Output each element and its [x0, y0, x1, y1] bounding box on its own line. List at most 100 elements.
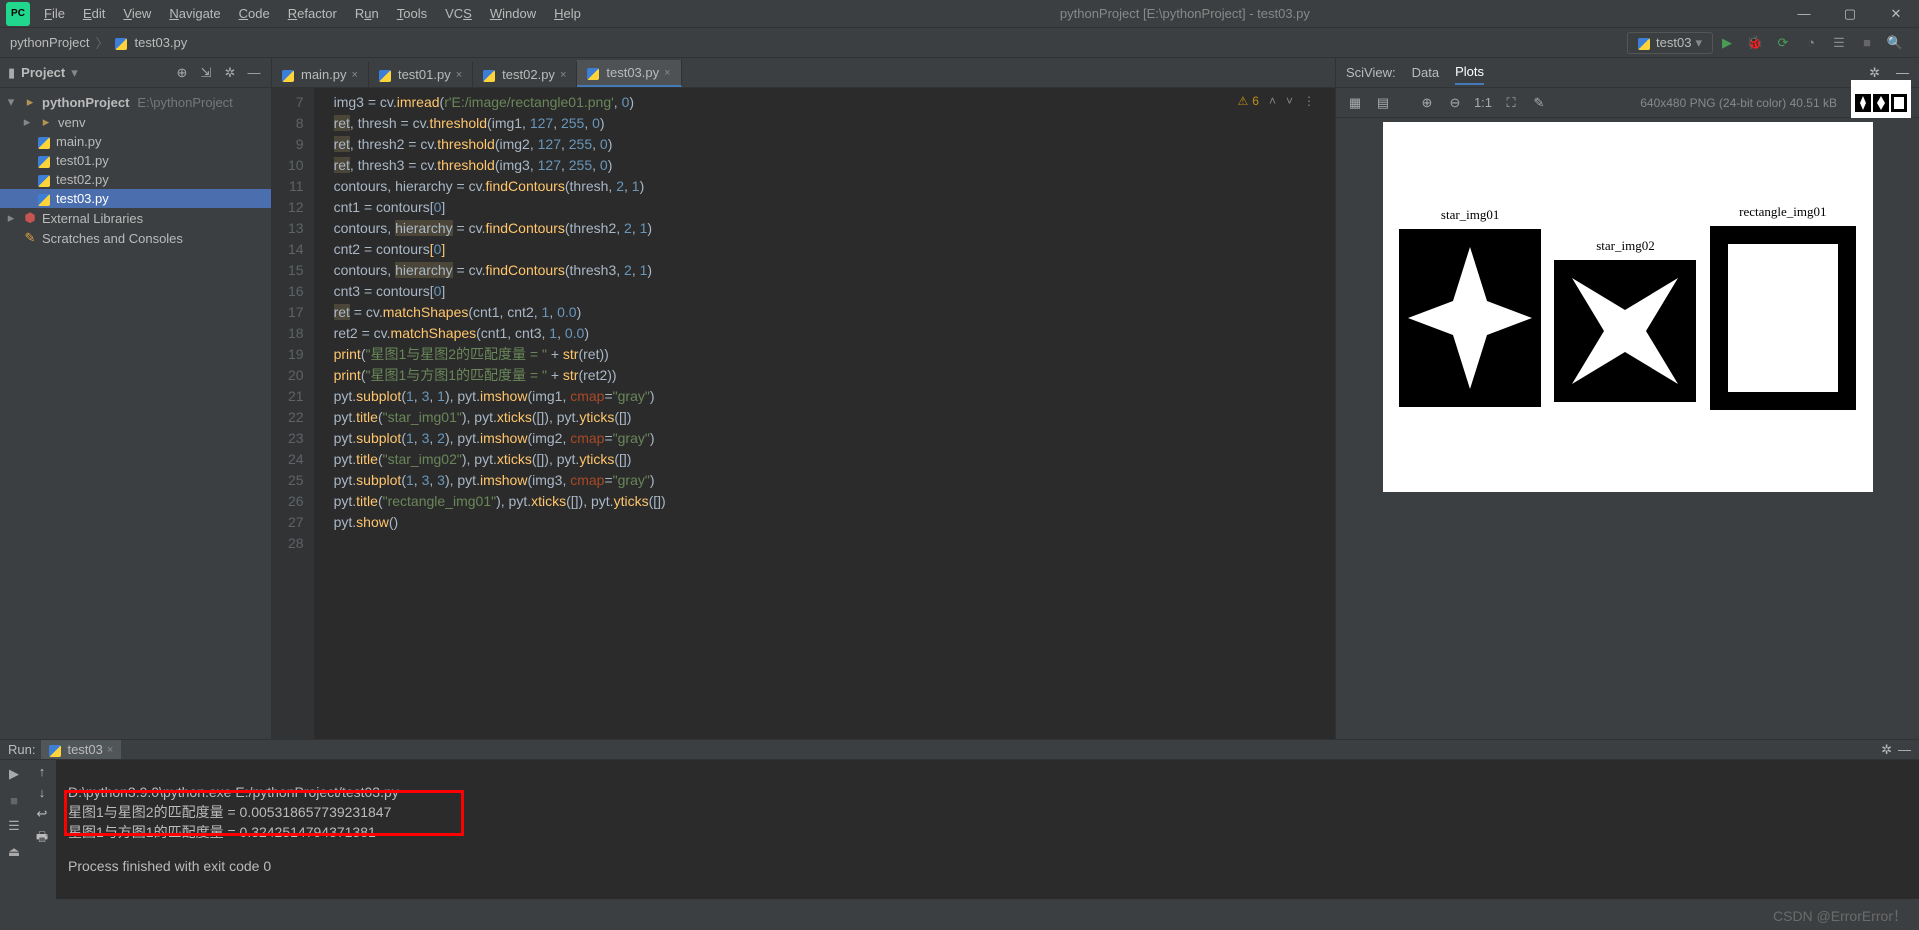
menu-view[interactable]: View	[115, 2, 159, 25]
zoom-in-icon[interactable]: ⊕	[1416, 92, 1438, 114]
tree-file-test01[interactable]: test01.py	[0, 151, 271, 170]
coverage-button[interactable]: ⟳	[1771, 31, 1795, 55]
tab-main[interactable]: main.py×	[272, 62, 369, 87]
python-file-icon	[38, 153, 52, 168]
more-icon[interactable]: ⋮	[1303, 94, 1315, 108]
sciview-tab-plots[interactable]: Plots	[1455, 60, 1484, 85]
image-info: 640x480 PNG (24-bit color) 40.51 kB	[1640, 96, 1837, 110]
run-nav: ↑ ↓ ↩ 🖶	[28, 760, 56, 930]
rerun-button[interactable]: ▶	[4, 764, 24, 784]
up-icon[interactable]: ↑	[39, 764, 46, 779]
close-icon[interactable]: ×	[664, 67, 670, 79]
color-picker-icon[interactable]: ✎	[1528, 92, 1550, 114]
actual-size-icon[interactable]: 1:1	[1472, 92, 1494, 114]
breadcrumb-file[interactable]: test03.py	[135, 35, 188, 50]
search-everywhere-button[interactable]: 🔍	[1883, 31, 1907, 55]
run-label: Run:	[8, 742, 35, 757]
tree-file-test03[interactable]: test03.py	[0, 189, 271, 208]
exit-button[interactable]: ⏏	[4, 842, 24, 862]
gear-icon[interactable]: ✲	[1869, 65, 1880, 81]
python-file-icon	[379, 67, 393, 82]
tab-test03[interactable]: test03.py×	[577, 60, 681, 87]
breadcrumb: pythonProject 〉 test03.py	[10, 33, 187, 52]
stop-button[interactable]: ■	[4, 790, 24, 810]
breadcrumb-root[interactable]: pythonProject	[10, 35, 90, 50]
hide-icon[interactable]: —	[245, 64, 263, 82]
python-file-icon	[38, 134, 52, 149]
project-tool-window: ▮ Project ▾ ⊕ ⇲ ✲ — ▾▸ pythonProject E:\…	[0, 58, 272, 739]
down-icon[interactable]: ↓	[39, 785, 46, 800]
fit-icon[interactable]: ⛶	[1500, 92, 1522, 114]
debug-button[interactable]: 🐞	[1743, 31, 1767, 55]
grid-icon[interactable]: ▦	[1344, 92, 1366, 114]
plot-figure: star_img01 star_img02 rectangle_img01	[1383, 122, 1873, 492]
menu-navigate[interactable]: Navigate	[161, 2, 228, 25]
window-title: pythonProject [E:\pythonProject] - test0…	[589, 6, 1781, 21]
layout-icon[interactable]: ▤	[1372, 92, 1394, 114]
console-output[interactable]: D:\python3.9.0\python.exe E:/pythonProje…	[56, 760, 1919, 930]
python-file-icon	[115, 35, 129, 50]
menu-refactor[interactable]: Refactor	[280, 2, 345, 25]
sciview-tab-data[interactable]: Data	[1412, 61, 1439, 84]
menu-vcs[interactable]: VCS	[437, 2, 480, 25]
run-button[interactable]: ▶	[1715, 31, 1739, 55]
plot-viewport[interactable]: star_img01 star_img02 rectangle_img01	[1336, 118, 1919, 739]
editor-area: main.py× test01.py× test02.py× test03.py…	[272, 58, 1335, 739]
concurrency-button[interactable]: ☰	[1827, 31, 1851, 55]
chevron-up-icon[interactable]: ˄	[1269, 94, 1276, 108]
locate-icon[interactable]: ⊕	[173, 64, 191, 82]
minimize-button[interactable]: —	[1781, 0, 1827, 28]
hide-icon[interactable]: —	[1896, 65, 1909, 80]
navigation-bar: pythonProject 〉 test03.py test03 ▾ ▶ 🐞 ⟳…	[0, 28, 1919, 58]
tree-external-libraries[interactable]: ▸⬢External Libraries	[0, 208, 271, 228]
close-icon[interactable]: ×	[456, 69, 462, 81]
stop-button[interactable]: ■	[1855, 31, 1879, 55]
menu-run[interactable]: Run	[347, 2, 387, 25]
menu-tools[interactable]: Tools	[389, 2, 435, 25]
wrap-icon[interactable]: ↩	[37, 806, 48, 822]
menu-window[interactable]: Window	[482, 2, 544, 25]
menu-code[interactable]: Code	[231, 2, 278, 25]
layout-button[interactable]: ☰	[4, 816, 24, 836]
close-icon[interactable]: ×	[352, 69, 358, 81]
tree-venv[interactable]: ▸▸venv	[0, 112, 271, 132]
expand-icon[interactable]: ⇲	[197, 64, 215, 82]
main-menu: File Edit View Navigate Code Refactor Ru…	[36, 2, 589, 25]
run-tool-window: Run: test03× ✲ — ▶ ■ ☰ ⏏ ↑ ↓ ↩ 🖶 D:\pyth…	[0, 739, 1919, 899]
code-editor[interactable]: 7891011121314151617181920212223242526272…	[272, 88, 1335, 739]
editor-tab-bar: main.py× test01.py× test02.py× test03.py…	[272, 58, 1335, 88]
python-file-icon	[49, 742, 63, 757]
python-file-icon	[587, 65, 601, 80]
tab-test02[interactable]: test02.py×	[473, 62, 577, 87]
subplot-3: rectangle_img01	[1710, 204, 1856, 410]
print-icon[interactable]: 🖶	[36, 828, 48, 850]
inspection-badge[interactable]: ⚠ 6˄˅⋮	[1238, 94, 1315, 108]
app-logo: PC	[6, 2, 30, 26]
run-config-selector[interactable]: test03 ▾	[1627, 32, 1713, 54]
menu-edit[interactable]: Edit	[75, 2, 113, 25]
maximize-button[interactable]: ▢	[1827, 0, 1873, 28]
hide-icon[interactable]: —	[1898, 742, 1911, 757]
line-gutter: 7891011121314151617181920212223242526272…	[272, 88, 314, 739]
menu-file[interactable]: File	[36, 2, 73, 25]
python-file-icon	[483, 67, 497, 82]
gear-icon[interactable]: ✲	[1881, 742, 1892, 758]
close-icon[interactable]: ×	[107, 744, 113, 756]
tree-file-test02[interactable]: test02.py	[0, 170, 271, 189]
project-panel-title: Project	[21, 65, 65, 80]
chevron-down-icon[interactable]: ˅	[1286, 94, 1293, 108]
tree-file-main[interactable]: main.py	[0, 132, 271, 151]
zoom-out-icon[interactable]: ⊖	[1444, 92, 1466, 114]
tab-test01[interactable]: test01.py×	[369, 62, 473, 87]
code-content[interactable]: img3 = cv.imread(r'E:/image/rectangle01.…	[314, 88, 1335, 739]
sciview-panel: SciView: Data Plots ✲ — ▦ ▤ ⊕ ⊖ 1:1 ⛶ ✎ …	[1335, 58, 1919, 739]
gear-icon[interactable]: ✲	[221, 64, 239, 82]
tree-scratches[interactable]: ✎Scratches and Consoles	[0, 228, 271, 248]
tree-project-root[interactable]: ▾▸ pythonProject E:\pythonProject	[0, 92, 271, 112]
run-tab-test03[interactable]: test03×	[41, 740, 121, 759]
menu-help[interactable]: Help	[546, 2, 589, 25]
close-button[interactable]: ✕	[1873, 0, 1919, 28]
close-icon[interactable]: ×	[560, 69, 566, 81]
project-tree[interactable]: ▾▸ pythonProject E:\pythonProject ▸▸venv…	[0, 88, 271, 739]
profile-button[interactable]: ◔	[1799, 31, 1823, 55]
